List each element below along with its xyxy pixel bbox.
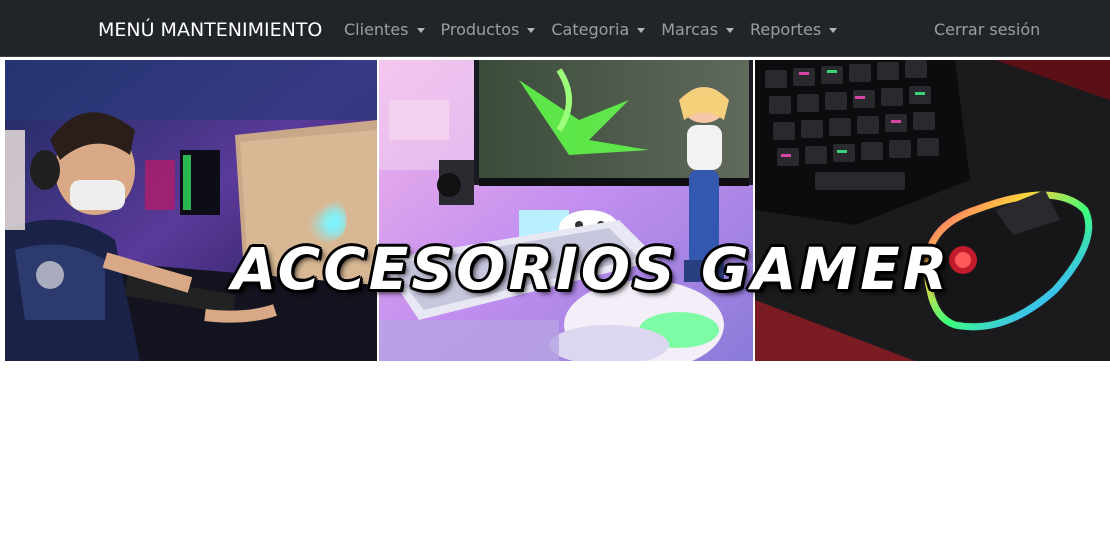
caret-down-icon xyxy=(726,27,735,33)
banner-title: ACCESORIOS GAMER xyxy=(231,235,951,303)
nav-item-label: Reportes xyxy=(750,20,822,39)
nav-item-label: Productos xyxy=(440,20,520,39)
nav-dropdown-clientes[interactable]: Clientes xyxy=(344,19,425,41)
nav-item-label: Marcas xyxy=(661,20,719,39)
nav-dropdown-reportes[interactable]: Reportes xyxy=(750,19,838,41)
caret-down-icon xyxy=(416,27,425,33)
caret-down-icon xyxy=(829,27,838,33)
navbar-brand[interactable]: MENÚ MANTENIMIENTO xyxy=(98,18,322,42)
hero-banner: ACCESORIOS GAMER xyxy=(2,58,1110,363)
banner-image-keyboard-mouse xyxy=(755,60,1110,361)
nav-dropdown-productos[interactable]: Productos xyxy=(441,19,536,41)
nav-menu: Clientes Productos Categoria Marcas Repo… xyxy=(344,19,853,41)
top-navbar: MENÚ MANTENIMIENTO Clientes Productos Ca… xyxy=(0,0,1110,57)
banner-image-gamer xyxy=(5,60,377,361)
nav-item-label: Categoria xyxy=(551,20,630,39)
caret-down-icon xyxy=(527,27,536,33)
nav-item-label: Clientes xyxy=(344,20,409,39)
nav-dropdown-marcas[interactable]: Marcas xyxy=(661,19,735,41)
banner-image-setup xyxy=(379,60,753,361)
caret-down-icon xyxy=(637,27,646,33)
nav-dropdown-categoria[interactable]: Categoria xyxy=(551,19,646,41)
logout-link[interactable]: Cerrar sesión xyxy=(934,19,1040,41)
